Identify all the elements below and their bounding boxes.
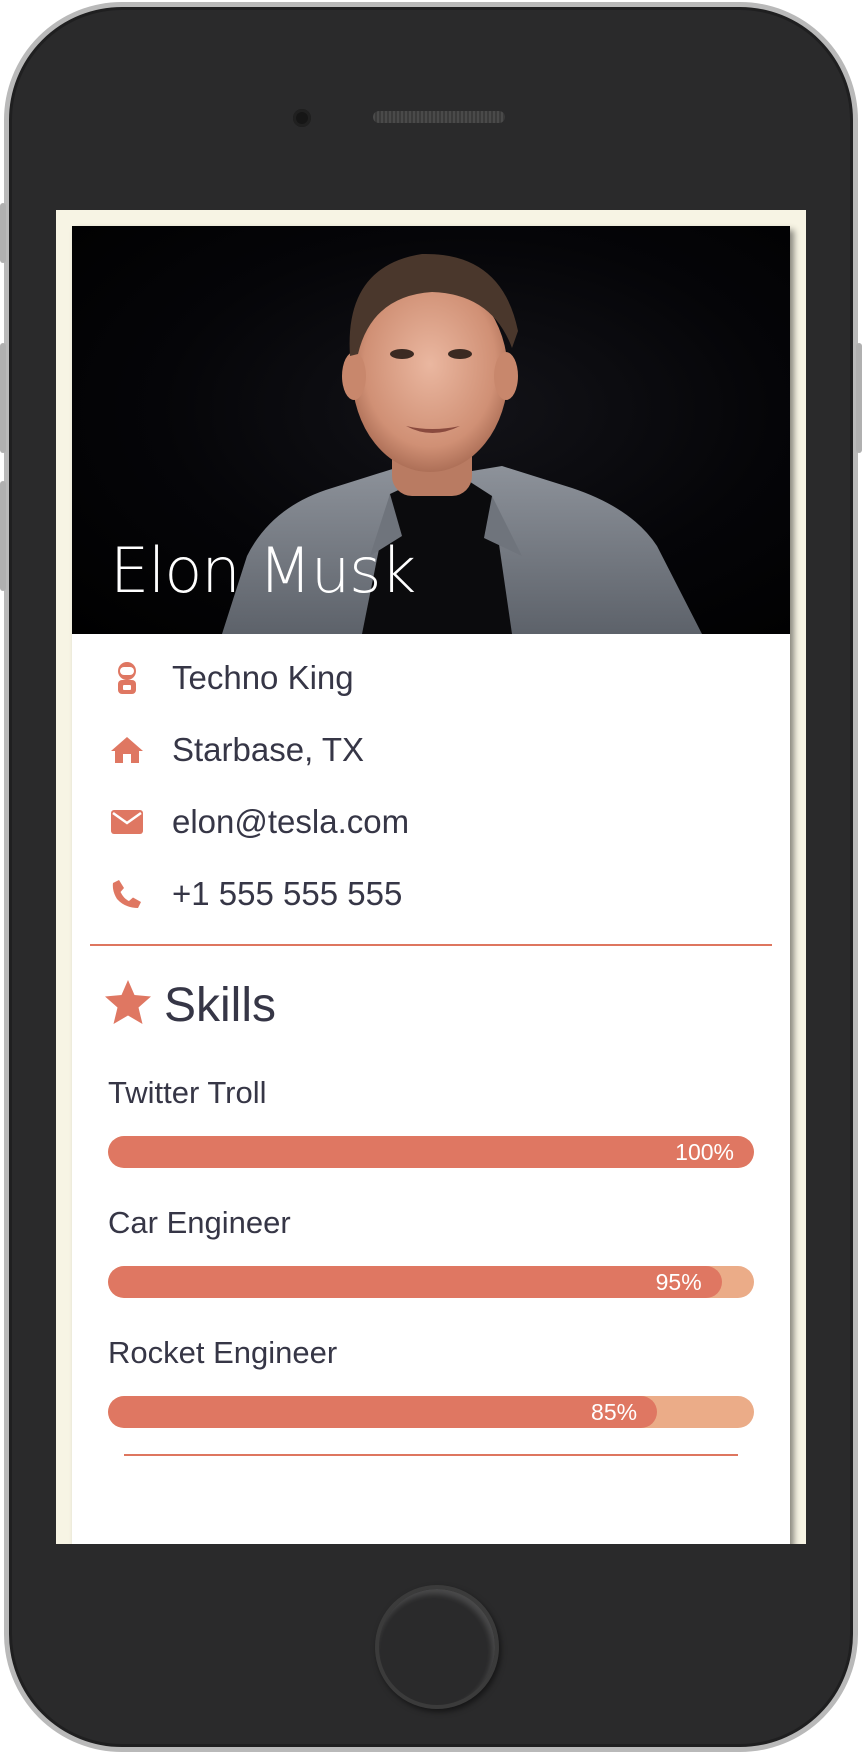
earpiece-speaker (373, 111, 505, 123)
volume-up-button (0, 343, 6, 453)
home-icon (108, 731, 146, 769)
skills-title: Skills (164, 978, 277, 1032)
skill-label: Rocket Engineer (108, 1335, 338, 1370)
screen: Elon Musk Techno King Starbase, TX elon@… (56, 210, 806, 1544)
silent-switch (0, 203, 6, 263)
section-divider (124, 1454, 738, 1456)
skill-label: Twitter Troll (108, 1075, 267, 1110)
home-button[interactable] (375, 1585, 499, 1709)
skill-progress-track: 100% (108, 1136, 754, 1168)
phone-icon (108, 875, 146, 913)
profile-hero: Elon Musk (72, 226, 790, 634)
skill-progress-fill: 85% (108, 1396, 658, 1428)
info-row-email[interactable]: elon@tesla.com (72, 786, 790, 858)
info-phone[interactable]: +1 555 555 555 (172, 875, 402, 913)
profile-name: Elon Musk (110, 534, 416, 607)
skills-header: Skills (72, 946, 790, 1064)
skill-item: Car Engineer 95% (72, 1194, 790, 1298)
skill-item: Twitter Troll 100% (72, 1064, 790, 1168)
info-location: Starbase, TX (172, 731, 364, 768)
skill-item: Rocket Engineer 85% (72, 1324, 790, 1428)
star-icon (102, 978, 154, 1033)
profile-card: Elon Musk Techno King Starbase, TX elon@… (72, 226, 790, 1544)
info-row-phone[interactable]: +1 555 555 555 (72, 858, 790, 930)
info-title: Techno King (172, 659, 354, 696)
volume-down-button (0, 481, 6, 591)
skill-label: Car Engineer (108, 1205, 291, 1240)
info-row-location: Starbase, TX (72, 714, 790, 786)
power-button (856, 343, 862, 453)
info-row-title: Techno King (72, 642, 790, 714)
skill-progress-fill: 100% (108, 1136, 754, 1168)
front-camera (293, 109, 311, 127)
contact-info: Techno King Starbase, TX elon@tesla.com … (72, 634, 790, 930)
astronaut-icon (108, 659, 146, 697)
skill-progress-track: 95% (108, 1266, 754, 1298)
envelope-icon (108, 803, 146, 841)
skill-progress-fill: 95% (108, 1266, 722, 1298)
info-email[interactable]: elon@tesla.com (172, 803, 409, 841)
skill-progress-track: 85% (108, 1396, 754, 1428)
